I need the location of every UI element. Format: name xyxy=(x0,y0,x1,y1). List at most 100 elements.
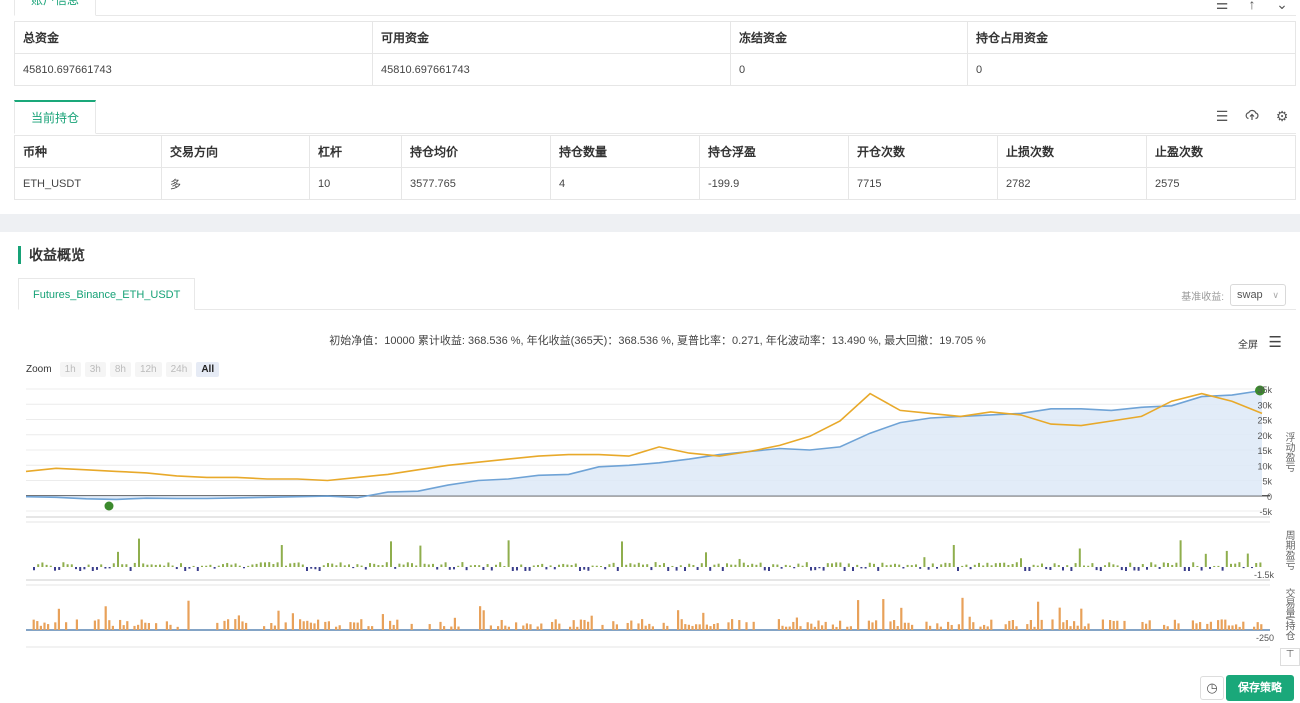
pin-icon[interactable]: ⊤ xyxy=(1280,648,1300,666)
pnl-bar xyxy=(251,564,254,567)
pnl-bar xyxy=(822,567,825,571)
pnl-bar xyxy=(167,562,170,567)
pnl-bar xyxy=(1011,564,1014,567)
volume-bar xyxy=(551,621,554,630)
pnl-bar xyxy=(591,565,594,567)
pnl-bar xyxy=(751,563,754,567)
pnl-bar xyxy=(915,564,917,567)
volume-bar xyxy=(583,619,586,630)
volume-bar xyxy=(867,620,870,630)
pnl-bar xyxy=(1171,564,1174,567)
volume-bar xyxy=(576,626,579,630)
pnl-bar xyxy=(150,564,153,567)
pnl-bar xyxy=(75,567,77,570)
volume-bar xyxy=(1015,626,1018,630)
volume-bar xyxy=(507,626,510,630)
pnl-bar xyxy=(184,567,187,571)
pnl-bar xyxy=(999,562,1001,567)
volume-bar xyxy=(651,626,654,630)
pnl-bar xyxy=(1028,567,1031,571)
pnl-bar xyxy=(566,564,569,567)
history-button[interactable]: ◷ xyxy=(1200,676,1224,700)
volume-bar xyxy=(43,622,46,630)
pnl-bar xyxy=(616,567,619,571)
y-tick-label: 0 xyxy=(1267,492,1272,502)
pnl-bar xyxy=(625,564,628,567)
pnl-bar xyxy=(222,564,224,567)
pnl-bar xyxy=(1162,562,1165,567)
pnl-bar xyxy=(730,564,733,567)
volume-bar xyxy=(1145,623,1148,630)
pnl-bar xyxy=(919,567,922,569)
pnl-bar xyxy=(558,564,560,567)
pnl-bar xyxy=(83,567,86,570)
volume-bar xyxy=(795,617,798,630)
volume-bar xyxy=(882,599,885,630)
pnl-bar xyxy=(721,567,724,571)
volume-bar xyxy=(450,626,453,630)
volume-bar xyxy=(36,621,39,630)
volume-bar xyxy=(324,621,327,630)
pnl-bar xyxy=(264,562,266,567)
pnl-bar xyxy=(755,564,758,567)
pnl-bar xyxy=(969,567,972,570)
pnl-bar xyxy=(121,564,124,567)
pnl-bar xyxy=(1045,567,1048,570)
pnl-bar xyxy=(272,564,275,567)
pnl-bar xyxy=(453,567,455,570)
pnl-bar xyxy=(1133,567,1136,571)
pnl-bar xyxy=(843,567,846,571)
volume-bar xyxy=(1238,626,1241,630)
volume-bar xyxy=(540,623,543,630)
volume-bar xyxy=(558,623,561,630)
pnl-bar xyxy=(978,562,980,567)
volume-bar xyxy=(443,626,446,630)
pnl-bar xyxy=(688,563,691,567)
pnl-bar xyxy=(1041,563,1043,567)
clock-icon: ◷ xyxy=(1206,680,1218,695)
pnl-bar xyxy=(280,545,283,567)
pnl-bar xyxy=(889,564,892,567)
y-tick-label: -5k xyxy=(1259,507,1272,517)
volume-bar xyxy=(705,624,708,630)
pnl-bar xyxy=(549,565,552,567)
pnl-bar xyxy=(801,565,804,567)
pnl-bar xyxy=(516,567,518,571)
volume-bar xyxy=(270,623,273,630)
pnl-bar xyxy=(448,567,451,570)
pnl-bar xyxy=(654,562,657,567)
pnl-bar xyxy=(700,563,703,567)
volume-bar xyxy=(32,619,35,630)
pnl-bar xyxy=(234,563,237,567)
y-tick-label: 20k xyxy=(1257,431,1272,441)
pnl-bar xyxy=(646,564,649,567)
volume-bar xyxy=(831,624,834,630)
volume-bar xyxy=(911,624,914,630)
volume-bar xyxy=(97,619,100,630)
pnl-bar xyxy=(238,565,241,567)
pnl-bar xyxy=(419,545,422,567)
volume-bar xyxy=(702,612,705,630)
pnl-bar xyxy=(726,563,728,567)
volume-bar xyxy=(990,619,993,630)
pnl-bar xyxy=(1221,567,1224,571)
volume-bar xyxy=(810,623,813,630)
pnl-bar xyxy=(877,567,880,571)
volume-bar xyxy=(489,625,492,630)
volume-bar xyxy=(353,622,356,630)
volume-bar xyxy=(727,622,730,630)
pnl-bar xyxy=(461,562,464,567)
pnl-bar xyxy=(1129,562,1132,567)
pnl-bar xyxy=(524,567,527,571)
pnl-bar xyxy=(553,567,556,570)
pnl-bar xyxy=(705,552,707,567)
pnl-bar xyxy=(1188,567,1190,571)
volume-bar xyxy=(1209,621,1212,630)
save-strategy-button[interactable]: 保存策略 xyxy=(1226,675,1294,701)
pnl-bar xyxy=(952,544,955,567)
volume-bar xyxy=(687,624,690,630)
volume-bar xyxy=(457,626,460,630)
pnl-bar xyxy=(125,564,128,567)
pnl-bar xyxy=(873,563,875,567)
volume-bar xyxy=(939,626,942,630)
